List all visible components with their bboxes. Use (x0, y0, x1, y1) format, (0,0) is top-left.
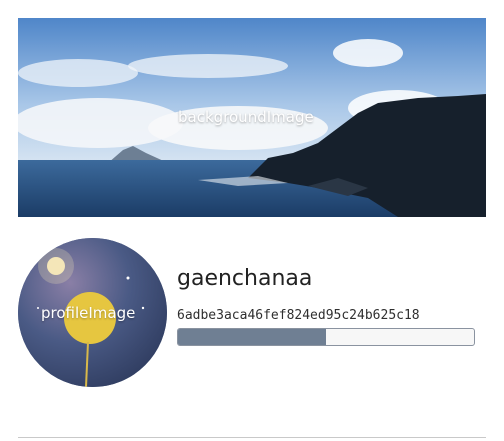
user-id: 6adbe3aca46fef824ed95c24b625c18 (177, 308, 420, 323)
profile-image: profileImage (18, 238, 167, 387)
username: gaenchanaa (177, 266, 313, 291)
profile-image-label: profileImage (41, 304, 136, 322)
progress-fill (178, 329, 326, 345)
divider (18, 437, 486, 438)
background-image: backgroundImage (18, 18, 486, 217)
progress-bar (177, 328, 475, 346)
background-image-label: backgroundImage (178, 108, 314, 126)
